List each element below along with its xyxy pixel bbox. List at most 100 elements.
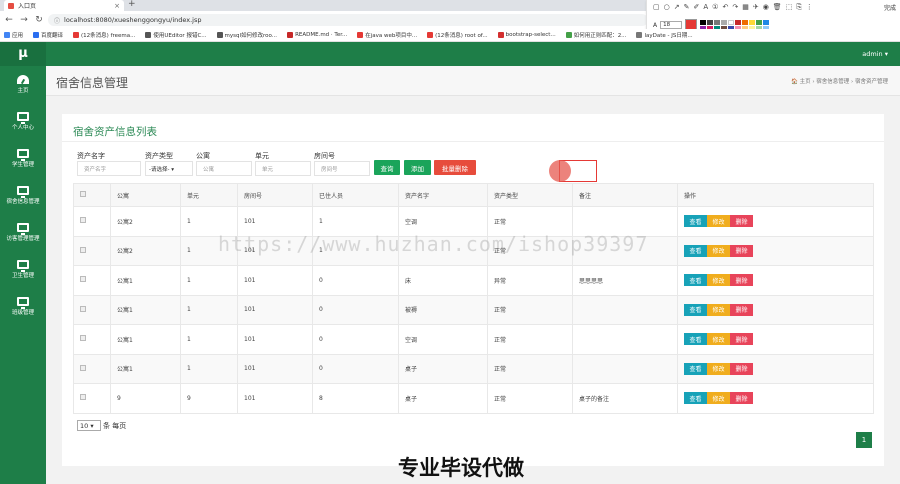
edit-button[interactable]: 修改	[707, 215, 730, 228]
sidebar-item[interactable]: 班级管理	[0, 288, 46, 325]
sidebar-item[interactable]: 学生管理	[0, 140, 46, 177]
search-button[interactable]: 查询	[374, 160, 400, 175]
building-label: 公寓	[196, 152, 210, 160]
pin-icon[interactable]: ✈	[753, 3, 759, 12]
edit-button[interactable]: 修改	[707, 303, 730, 316]
pagination-page-1[interactable]: 1	[856, 432, 872, 448]
view-button[interactable]: 查看	[684, 303, 707, 316]
asset-type-select[interactable]: -请选择- ▾	[145, 161, 193, 176]
bookmark-icon	[4, 32, 10, 38]
delete-button[interactable]: 删除	[730, 392, 753, 405]
building-input[interactable]: 公寓	[196, 161, 252, 176]
sidebar-item-label: 访客管理管理	[6, 236, 40, 242]
redo-icon[interactable]: ↷	[732, 3, 738, 12]
view-button[interactable]: 查看	[684, 392, 707, 405]
bookmark-item[interactable]: 使用UEditor 报错C...	[145, 31, 207, 39]
table-cell: 床	[398, 265, 488, 296]
page-size-select[interactable]: 10 ▾	[77, 420, 101, 431]
monitor-icon	[17, 297, 29, 309]
edit-button[interactable]: 修改	[707, 244, 730, 257]
text-tool-icon[interactable]: A	[703, 3, 708, 12]
edit-button[interactable]: 修改	[707, 274, 730, 287]
bookmark-item[interactable]: (12条消息) root of...	[427, 31, 488, 39]
forward-icon[interactable]: →	[18, 15, 30, 25]
edit-button[interactable]: 修改	[707, 362, 730, 375]
bookmark-icon[interactable]: ⎘	[796, 3, 802, 12]
view-button[interactable]: 查看	[684, 333, 707, 346]
bookmark-item[interactable]: 在java web项目中...	[357, 31, 417, 39]
save-icon[interactable]: ⬚	[786, 3, 793, 12]
bookmark-item[interactable]: README.md · Ter...	[287, 32, 347, 38]
table-cell: 0	[312, 294, 399, 325]
row-checkbox[interactable]	[80, 217, 86, 224]
row-checkbox[interactable]	[80, 276, 86, 283]
browser-tab[interactable]: 入口页 ×	[4, 0, 124, 11]
monitor-icon	[17, 149, 29, 161]
bookmark-item[interactable]: 百度翻译	[33, 31, 63, 39]
done-button[interactable]: 完成	[884, 3, 896, 12]
arrow-tool-icon[interactable]: ↗	[674, 3, 680, 12]
unit-input[interactable]: 单元	[255, 161, 311, 176]
delete-icon[interactable]: 🗑	[773, 3, 782, 12]
watermark-text: https://www.huzhan.com/ishop39397	[218, 232, 649, 256]
back-icon[interactable]: ←	[3, 15, 15, 25]
asset-name-input[interactable]: 资产名字	[77, 161, 141, 176]
row-checkbox[interactable]	[80, 394, 86, 401]
room-input[interactable]: 房间号	[314, 161, 370, 176]
row-select-cell	[73, 383, 111, 414]
mosaic-icon[interactable]: ▦	[742, 3, 749, 12]
bookmark-item[interactable]: layDate - JS日期...	[636, 31, 693, 39]
close-tab-icon[interactable]: ×	[114, 2, 120, 10]
row-checkbox[interactable]	[80, 335, 86, 342]
edit-button[interactable]: 修改	[707, 392, 730, 405]
view-button[interactable]: 查看	[684, 215, 707, 228]
sidebar-item[interactable]: 宿舍信息管理	[0, 177, 46, 214]
app-logo[interactable]: μ	[0, 42, 46, 66]
sidebar-item[interactable]: 卫生管理	[0, 251, 46, 288]
bookmark-item[interactable]: (12条消息) freema...	[73, 31, 135, 39]
row-checkbox[interactable]	[80, 364, 86, 371]
delete-button[interactable]: 删除	[730, 303, 753, 316]
view-button[interactable]: 查看	[684, 274, 707, 287]
marker-tool-icon[interactable]: ✐	[693, 3, 699, 12]
view-button[interactable]: 查看	[684, 244, 707, 257]
view-button[interactable]: 查看	[684, 362, 707, 375]
bookmark-item[interactable]: 应用	[4, 31, 23, 39]
sidebar-item[interactable]: 访客管理管理	[0, 214, 46, 251]
delete-button[interactable]: 删除	[730, 274, 753, 287]
font-size-select[interactable]: 18	[660, 21, 683, 29]
table-row: 9 9 101 8 桌子 正常 桌子的备注 查看 修改 删除	[73, 383, 874, 414]
breadcrumb[interactable]: 🏠 主页 › 宿舍信息管理 › 宿舍资产管理	[791, 77, 888, 85]
rectangle-tool-icon[interactable]: ▢	[653, 3, 660, 12]
address-bar[interactable]: ⓘ localhost:8080/xueshenggongyu/index.js…	[48, 14, 648, 26]
reload-icon[interactable]: ↻	[33, 15, 45, 25]
new-tab-button[interactable]: +	[128, 0, 136, 9]
add-button[interactable]: 添加	[404, 160, 431, 175]
sidebar-item[interactable]: 个人中心	[0, 103, 46, 140]
table-cell: 1	[180, 353, 238, 384]
bookmark-item[interactable]: 如何用正则匹配：2...	[565, 31, 626, 39]
row-actions: 查看 修改 删除	[677, 324, 874, 355]
row-checkbox[interactable]	[80, 305, 86, 312]
bookmark-item[interactable]: mysql如何修改roo...	[216, 31, 277, 39]
select-all-cell	[73, 183, 111, 207]
sidebar-item[interactable]: 主页	[0, 66, 46, 103]
select-all-checkbox[interactable]	[80, 191, 86, 197]
undo-icon[interactable]: ↶	[722, 3, 728, 12]
column-header: 公寓	[110, 183, 181, 207]
pen-tool-icon[interactable]: ✎	[684, 3, 690, 12]
delete-button[interactable]: 删除	[730, 244, 753, 257]
row-select-cell	[73, 265, 111, 296]
delete-button[interactable]: 删除	[730, 333, 753, 346]
extension-icon[interactable]: ⋮	[806, 3, 813, 12]
row-checkbox[interactable]	[80, 246, 86, 253]
bookmark-item[interactable]: bootstrap-select...	[497, 32, 556, 38]
delete-button[interactable]: 删除	[730, 215, 753, 228]
delete-button[interactable]: 删除	[730, 362, 753, 375]
edit-button[interactable]: 修改	[707, 333, 730, 346]
user-menu[interactable]: admin ▾	[862, 50, 888, 58]
batch-delete-button[interactable]: 批量删除	[434, 160, 476, 175]
number-tool-icon[interactable]: ①	[712, 3, 718, 12]
circle-tool-icon[interactable]: ○	[664, 3, 670, 12]
record-icon[interactable]: ◉	[763, 3, 769, 12]
